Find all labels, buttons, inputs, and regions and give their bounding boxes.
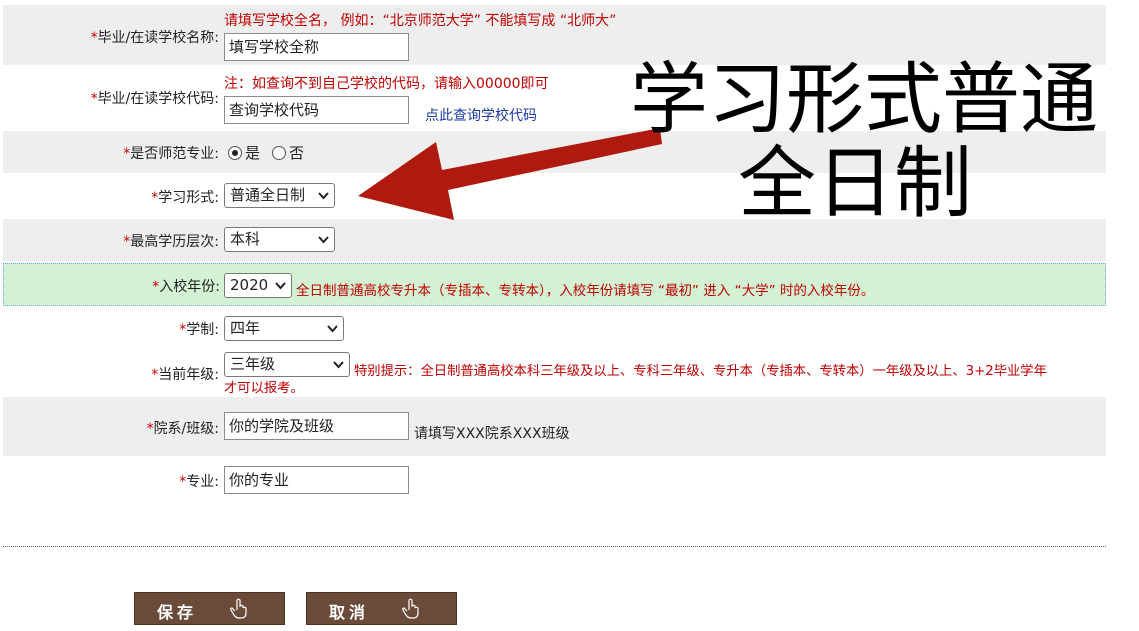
cancel-button[interactable]: 取消 xyxy=(306,592,457,625)
pointer-hand-icon xyxy=(402,598,419,619)
education-level-value: 本科 xyxy=(230,230,261,248)
education-level-label: *最高学历层次: xyxy=(123,234,219,250)
row-major: *专业: 你的专业 xyxy=(3,457,1106,507)
school-code-hint: 注：如查询不到自己学校的代码，请输入00000即可 xyxy=(224,76,549,92)
chevron-down-icon xyxy=(327,325,338,333)
study-form-label: *学习形式: xyxy=(151,190,219,206)
duration-value: 四年 xyxy=(230,319,261,337)
department-class-hint: 请填写XXX院系XXX班级 xyxy=(414,426,570,442)
school-name-hint: 请填写学校全名， 例如：“北京师范大学” 不能填写成 “北师大” xyxy=(224,13,617,29)
department-class-label: *院系/班级: xyxy=(146,421,219,437)
chevron-down-icon xyxy=(333,361,344,369)
annotation-text-line1: 学习形式普通 xyxy=(630,55,1099,145)
teacher-major-label: *是否师范专业: xyxy=(123,146,219,162)
enroll-year-value: 2020 xyxy=(230,276,269,294)
row-duration: *学制: 四年 xyxy=(3,307,1106,349)
education-level-select[interactable]: 本科 xyxy=(224,227,335,252)
department-class-input[interactable]: 你的学院及班级 xyxy=(224,412,409,440)
teacher-major-no-label: 否 xyxy=(289,144,305,162)
study-form-value: 普通全日制 xyxy=(230,186,306,204)
cancel-button-label: 取消 xyxy=(329,603,370,622)
school-code-label: *毕业/在读学校代码: xyxy=(90,91,219,107)
row-department-class: *院系/班级: 你的学院及班级 请填写XXX院系XXX班级 xyxy=(3,397,1106,456)
major-input[interactable]: 你的专业 xyxy=(224,466,409,494)
duration-label: *学制: xyxy=(179,322,219,338)
teacher-major-radio-no[interactable] xyxy=(272,145,287,160)
enroll-year-hint: 全日制普通高校专升本（专插本、专转本），入校年份请填写 “最初” 进入 “大学”… xyxy=(296,283,875,299)
save-button[interactable]: 保存 xyxy=(134,592,285,625)
annotation-text-line2: 全日制 xyxy=(737,139,972,229)
save-button-label: 保存 xyxy=(157,603,198,622)
school-name-label: *毕业/在读学校名称: xyxy=(90,30,219,46)
chevron-down-icon xyxy=(318,192,329,200)
duration-select[interactable]: 四年 xyxy=(224,316,344,341)
school-name-input[interactable]: 填写学校全称 xyxy=(224,33,409,61)
enroll-year-label: *入校年份: xyxy=(152,279,220,295)
row-enroll-year: *入校年份: 2020 全日制普通高校专升本（专插本、专转本），入校年份请填写 … xyxy=(3,263,1106,306)
current-grade-label: *当前年级: xyxy=(151,367,219,383)
form-divider xyxy=(3,546,1106,547)
enroll-year-select[interactable]: 2020 xyxy=(224,273,292,298)
current-grade-select[interactable]: 三年级 xyxy=(224,352,350,377)
current-grade-hint-line2: 才可以报考。 xyxy=(224,381,304,396)
pointer-hand-icon xyxy=(230,598,247,619)
registration-form-page: *毕业/在读学校名称: 请填写学校全名， 例如：“北京师范大学” 不能填写成 “… xyxy=(0,0,1139,631)
teacher-major-yes-label: 是 xyxy=(245,144,261,162)
current-grade-value: 三年级 xyxy=(230,355,276,373)
annotation-arrow-icon xyxy=(358,128,662,220)
chevron-down-icon xyxy=(275,282,286,290)
chevron-down-icon xyxy=(318,236,329,244)
teacher-major-radio-yes[interactable] xyxy=(228,145,242,160)
current-grade-hint-line1: 特别提示：全日制普通高校本科三年级及以上、专科三年级、专升本（专插本、专转本）一… xyxy=(354,364,1047,379)
row-current-grade: *当前年级: 三年级 特别提示：全日制普通高校本科三年级及以上、专科三年级、专升… xyxy=(3,350,1106,396)
study-form-select[interactable]: 普通全日制 xyxy=(224,183,335,208)
teacher-major-radio-group: 是 否 xyxy=(228,142,304,163)
major-label: *专业: xyxy=(179,474,219,490)
